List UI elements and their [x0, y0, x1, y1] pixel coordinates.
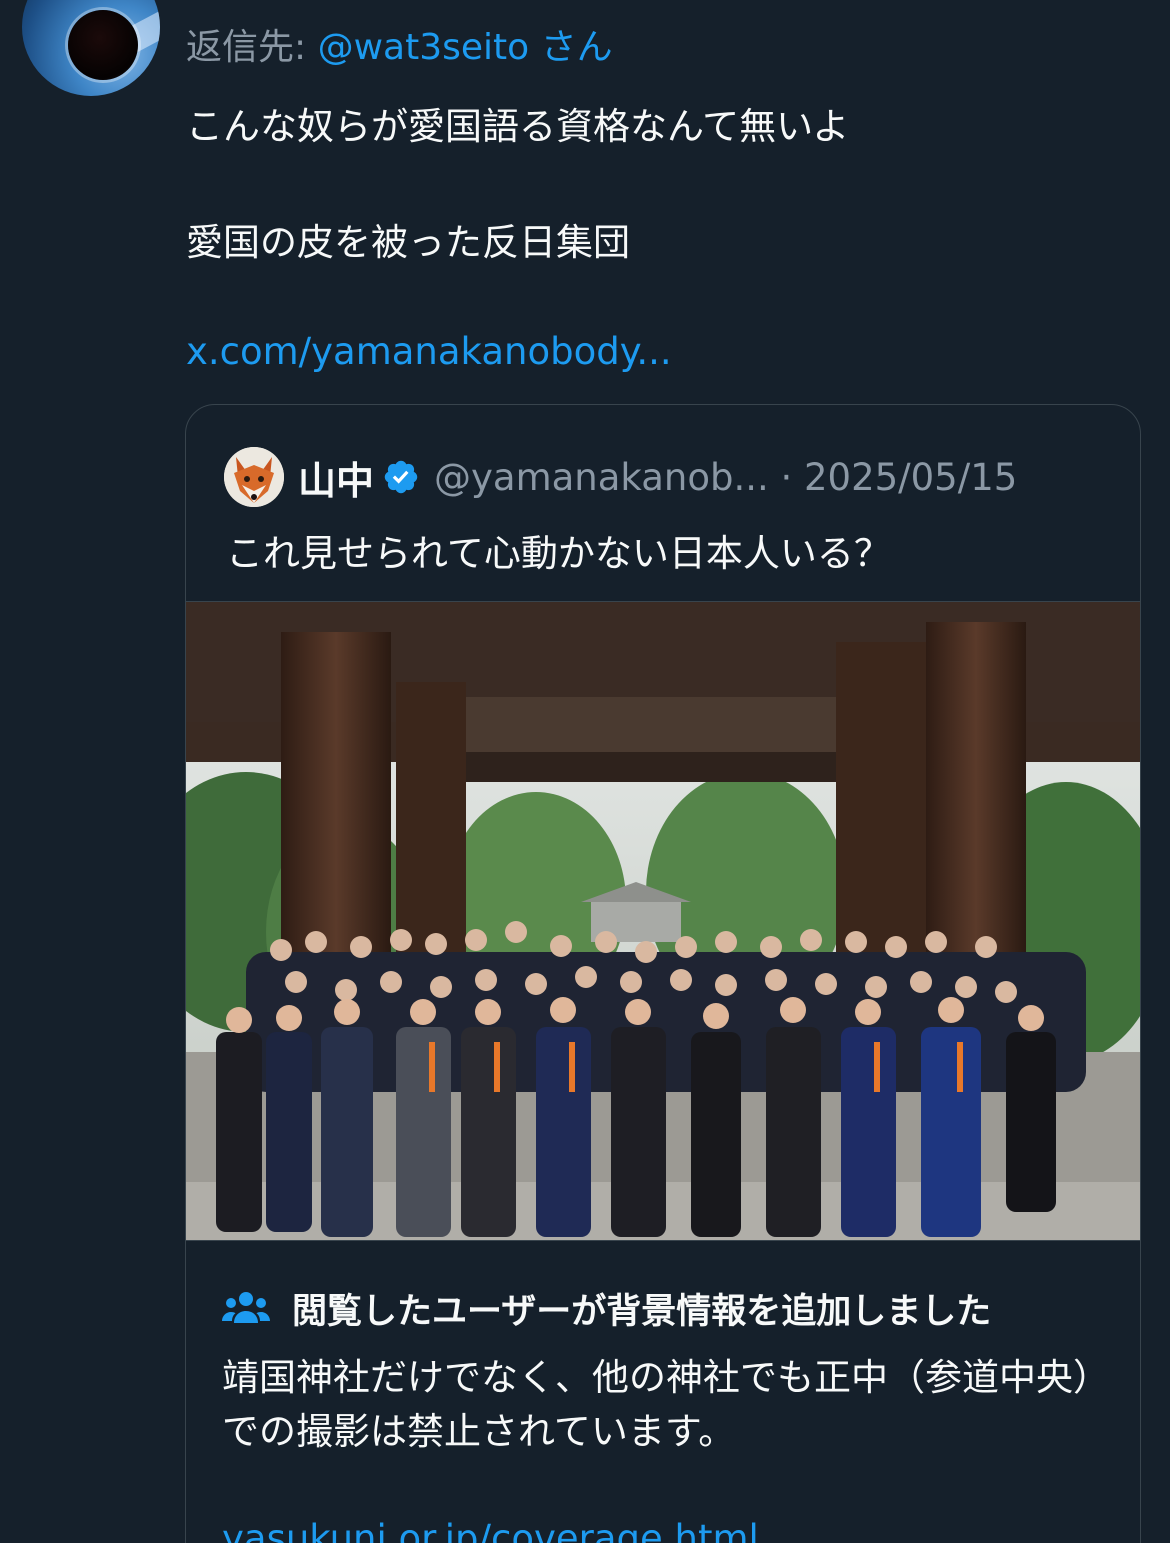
user-avatar[interactable] [22, 0, 160, 96]
tweet-text-line-1: こんな奴らが愛国語る資格なんて無いよ [186, 105, 850, 148]
avatar-eye [68, 10, 138, 80]
reply-handle-link[interactable]: @wat3seito [318, 27, 530, 68]
reply-to-line: 返信先: @wat3seito さん [186, 18, 613, 70]
community-note-link[interactable]: yasukuni.or.jp/coverage.html [222, 1517, 759, 1543]
quote-handle-date: @yamanakanob... · 2025/05/15 [434, 455, 1018, 499]
tweet-link[interactable]: x.com/yamanakanobody... [186, 330, 672, 373]
users-icon [222, 1291, 270, 1323]
quote-author-name[interactable]: 山中 [298, 450, 374, 505]
reply-prefix: 返信先: [186, 27, 318, 68]
community-note-body: 靖国神社だけでなく、他の神社でも正中（参道中央）での撮影は禁止されています。 [222, 1356, 1110, 1453]
quote-header: 山中 @yamanakanob... · 2025/05/15 [224, 447, 1017, 507]
community-note-title: 閲覧したユーザーが背景情報を追加しました [292, 1292, 992, 1332]
community-note-header: 閲覧したユーザーが背景情報を追加しました [222, 1283, 991, 1334]
verified-badge-icon [384, 460, 418, 494]
fox-avatar[interactable] [224, 447, 284, 507]
quote-tweet-card[interactable]: 山中 @yamanakanob... · 2025/05/15 これ見せられて心… [185, 404, 1141, 1543]
tweet-text-line-2: 愛国の皮を被った反日集団 [186, 221, 630, 264]
quote-photo[interactable] [186, 601, 1140, 1241]
quote-text: これ見せられて心動かない日本人いる？ [226, 532, 891, 575]
reply-suffix: さん [529, 27, 613, 68]
page: 返信先: @wat3seito さん こんな奴らが愛国語る資格なんて無いよ 愛国… [0, 0, 1170, 1543]
